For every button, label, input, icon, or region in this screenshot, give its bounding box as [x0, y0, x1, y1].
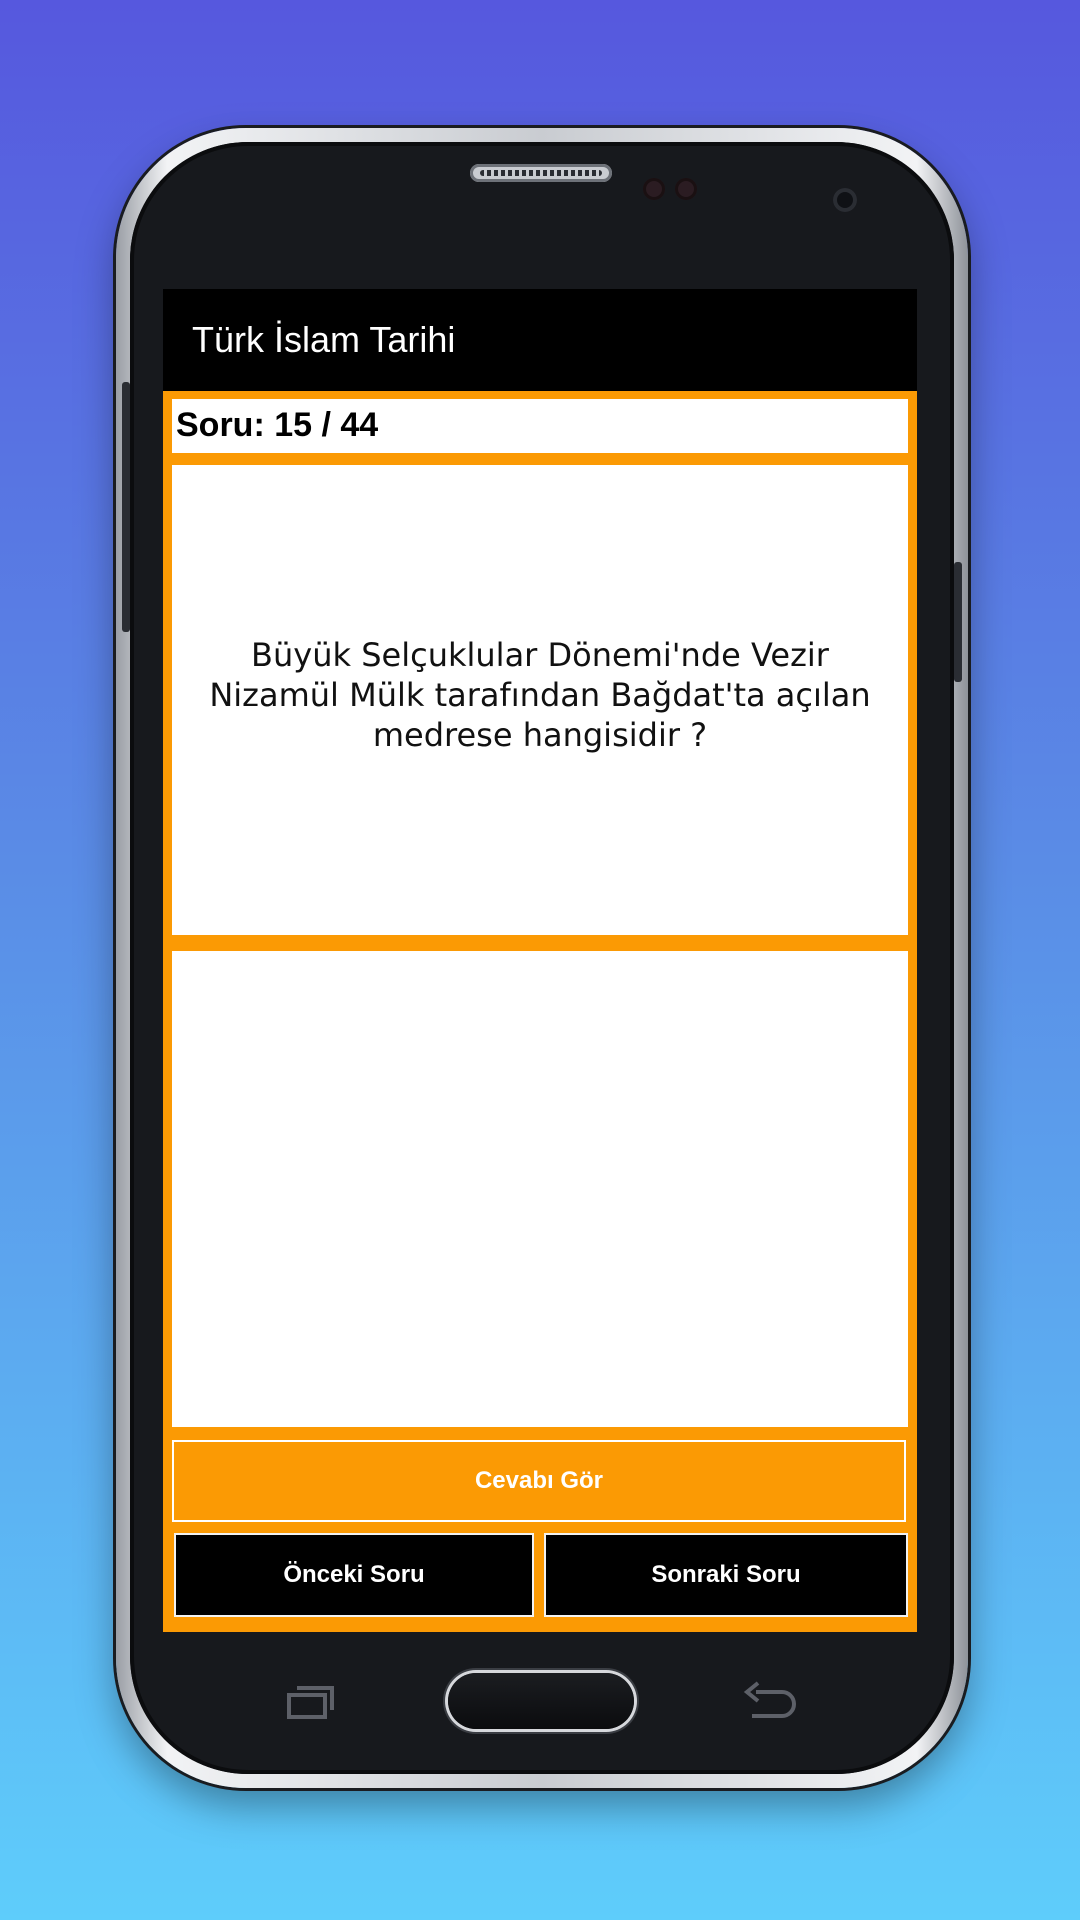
app-title: Türk İslam Tarihi: [192, 319, 456, 360]
front-camera: [833, 188, 857, 212]
quiz-content: Soru: 15 / 44 Büyük Selçuklular Dönemi'n…: [163, 391, 917, 1632]
question-text: Büyük Selçuklular Dönemi'nde Vezir Nizam…: [209, 636, 871, 754]
recent-apps-icon[interactable]: [286, 1684, 336, 1720]
back-icon[interactable]: [742, 1680, 798, 1720]
question-counter: Soru: 15 / 44: [176, 406, 379, 444]
volume-button: [122, 382, 130, 632]
earpiece-speaker: [470, 164, 612, 182]
phone-screen: Türk İslam Tarihi Soru: 15 / 44 Büyük Se…: [163, 289, 917, 1632]
question-counter-box: Soru: 15 / 44: [172, 399, 908, 453]
question-box: Büyük Selçuklular Dönemi'nde Vezir Nizam…: [172, 465, 908, 935]
next-question-button[interactable]: Sonraki Soru: [544, 1533, 908, 1617]
app-bar: Türk İslam Tarihi: [163, 289, 917, 391]
previous-question-button[interactable]: Önceki Soru: [174, 1533, 534, 1617]
power-button: [954, 562, 962, 682]
home-button[interactable]: [448, 1673, 634, 1729]
light-sensor: [675, 178, 697, 200]
speaker-grill: [480, 170, 602, 176]
proximity-sensor: [643, 178, 665, 200]
answer-box: [172, 951, 908, 1427]
show-answer-button[interactable]: Cevabı Gör: [172, 1440, 906, 1522]
